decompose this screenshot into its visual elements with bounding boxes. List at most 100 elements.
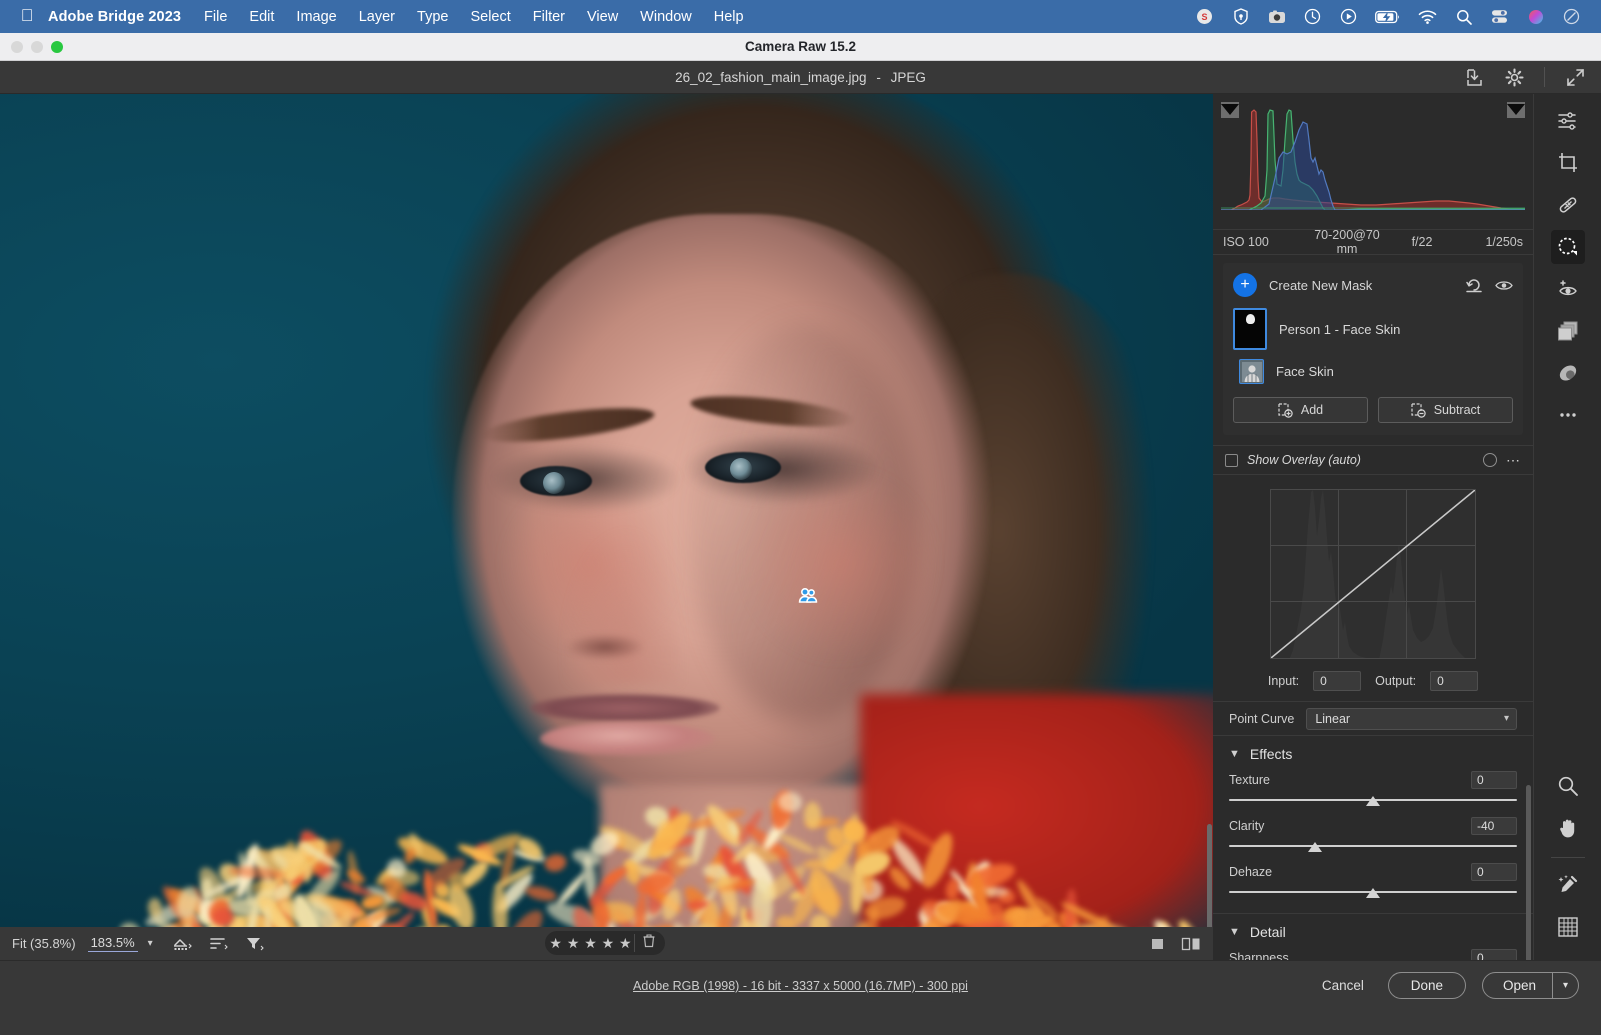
add-to-mask-button[interactable]: Add <box>1233 397 1368 423</box>
clarity-value[interactable]: -40 <box>1471 817 1517 835</box>
texture-track[interactable] <box>1229 794 1517 806</box>
wifi-icon[interactable] <box>1418 7 1437 26</box>
detail-header[interactable]: ▼ Detail <box>1229 924 1517 940</box>
filename-text: 26_02_fashion_main_image.jpg <box>675 69 867 85</box>
tool-rail-bottom <box>1534 769 1601 952</box>
slider-clarity[interactable]: Clarity -40 <box>1229 817 1517 852</box>
texture-knob[interactable] <box>1366 796 1380 806</box>
create-new-mask-row[interactable]: + Create New Mask <box>1233 273 1513 297</box>
reset-icon[interactable] <box>1465 276 1483 294</box>
histogram-panel[interactable] <box>1213 94 1533 229</box>
grid-overlay-icon[interactable] <box>1551 910 1585 944</box>
dehaze-knob[interactable] <box>1366 888 1380 898</box>
clarity-knob[interactable] <box>1308 842 1323 852</box>
menu-item-type[interactable]: Type <box>406 9 459 25</box>
apple-logo-icon[interactable]:  <box>10 7 44 27</box>
menu-item-help[interactable]: Help <box>703 9 755 25</box>
sharpness-value[interactable]: 0 <box>1471 949 1517 960</box>
star-4[interactable]: ★ <box>599 935 616 952</box>
siri-icon[interactable] <box>1526 7 1545 26</box>
fit-zoom-label[interactable]: Fit (35.8%) <box>12 936 88 951</box>
open-chevron-down-icon[interactable]: ▾ <box>1553 973 1578 998</box>
point-curve-value: Linear <box>1315 711 1351 726</box>
menu-item-filter[interactable]: Filter <box>522 9 576 25</box>
shazam-icon[interactable]: S <box>1195 7 1214 26</box>
panel-scrollbar[interactable] <box>1526 785 1531 960</box>
menu-app-name[interactable]: Adobe Bridge 2023 <box>44 9 193 25</box>
dnd-clock-icon[interactable] <box>1562 7 1581 26</box>
dehaze-track[interactable] <box>1229 886 1517 898</box>
curve-output-field[interactable]: 0 <box>1430 671 1479 691</box>
eye-icon[interactable] <box>1495 276 1513 294</box>
more-options-icon[interactable] <box>1551 398 1585 432</box>
clarity-track[interactable] <box>1229 840 1517 852</box>
effects-header[interactable]: ▼ Effects <box>1229 746 1517 762</box>
mask-thumbnail[interactable] <box>1233 308 1267 350</box>
time-machine-icon[interactable] <box>1303 7 1322 26</box>
slider-texture[interactable]: Texture 0 <box>1229 771 1517 806</box>
curve-line[interactable] <box>1271 490 1475 658</box>
open-button[interactable]: Open <box>1483 973 1552 998</box>
search-icon[interactable] <box>1454 7 1473 26</box>
star-5[interactable]: ★ <box>617 935 634 952</box>
dehaze-value[interactable]: 0 <box>1471 863 1517 881</box>
tone-curve-graph[interactable] <box>1270 489 1476 659</box>
filter-icon[interactable] <box>245 935 265 953</box>
toggle-filmstrip-icon[interactable] <box>173 935 193 953</box>
slider-sharpness[interactable]: Sharpness 0 <box>1229 949 1517 960</box>
cancel-button[interactable]: Cancel <box>1314 978 1372 993</box>
star-3[interactable]: ★ <box>582 935 599 952</box>
menu-item-select[interactable]: Select <box>459 9 521 25</box>
tone-curve-panel: Input: 0 Output: 0 <box>1213 475 1533 691</box>
edit-sliders-icon[interactable] <box>1551 104 1585 138</box>
zoom-level-input[interactable]: 183.5% <box>87 935 138 952</box>
presets-icon[interactable] <box>1551 314 1585 348</box>
show-overlay-row[interactable]: Show Overlay (auto) ⋯ <box>1213 445 1533 475</box>
battery-charging-icon[interactable] <box>1375 7 1401 26</box>
trash-icon[interactable] <box>635 933 663 953</box>
media-play-icon[interactable] <box>1339 7 1358 26</box>
shadow-clipping-toggle[interactable] <box>1221 102 1239 118</box>
point-curve-select[interactable]: Linear ▾ <box>1306 707 1517 730</box>
menu-item-window[interactable]: Window <box>629 9 703 25</box>
masking-icon[interactable] <box>1550 230 1585 264</box>
face-mask-pin-icon[interactable] <box>797 585 819 607</box>
add-mask-button[interactable]: + <box>1233 273 1257 297</box>
show-overlay-checkbox[interactable] <box>1225 453 1238 467</box>
sort-icon[interactable] <box>209 935 229 953</box>
overlay-color-swatch-icon[interactable] <box>1483 453 1497 467</box>
done-button[interactable]: Done <box>1387 972 1466 999</box>
hand-tool-icon[interactable] <box>1551 811 1585 845</box>
panel-scroll-area[interactable]: Input: 0 Output: 0 Point Curve Linear ▾ … <box>1213 475 1533 960</box>
subtract-from-mask-button[interactable]: Subtract <box>1378 397 1513 423</box>
mask-list-item[interactable]: Person 1 - Face Skin <box>1233 308 1513 350</box>
preview-scrollbar[interactable] <box>1207 824 1212 927</box>
menu-item-view[interactable]: View <box>576 9 629 25</box>
zoom-chevron-down-icon[interactable]: ▾ <box>138 938 159 949</box>
vpn-shield-icon[interactable] <box>1231 7 1250 26</box>
crop-icon[interactable] <box>1551 146 1585 180</box>
menu-item-image[interactable]: Image <box>285 9 347 25</box>
zoom-tool-icon[interactable] <box>1551 769 1585 803</box>
healing-brush-icon[interactable] <box>1551 188 1585 222</box>
menu-item-edit[interactable]: Edit <box>238 9 285 25</box>
mask-component-item[interactable]: Face Skin <box>1233 359 1513 384</box>
curve-input-field[interactable]: 0 <box>1313 671 1362 691</box>
slider-dehaze[interactable]: Dehaze 0 <box>1229 863 1517 898</box>
overlay-more-options-icon[interactable]: ⋯ <box>1506 452 1521 469</box>
star-1[interactable]: ★ <box>547 935 564 952</box>
texture-value[interactable]: 0 <box>1471 771 1517 789</box>
menu-item-layer[interactable]: Layer <box>348 9 406 25</box>
red-eye-icon[interactable] <box>1551 272 1585 306</box>
single-view-icon[interactable] <box>1147 935 1167 953</box>
white-balance-eyedropper-icon[interactable] <box>1551 868 1585 902</box>
face-skin-thumbnail[interactable] <box>1239 359 1264 384</box>
menu-item-file[interactable]: File <box>193 9 238 25</box>
highlight-clipping-toggle[interactable] <box>1507 102 1525 118</box>
image-preview-canvas[interactable] <box>0 94 1213 927</box>
camera-privacy-icon[interactable] <box>1267 7 1286 26</box>
star-2[interactable]: ★ <box>564 935 581 952</box>
before-after-view-icon[interactable] <box>1181 935 1201 953</box>
control-center-icon[interactable] <box>1490 7 1509 26</box>
snapshots-icon[interactable] <box>1551 356 1585 390</box>
